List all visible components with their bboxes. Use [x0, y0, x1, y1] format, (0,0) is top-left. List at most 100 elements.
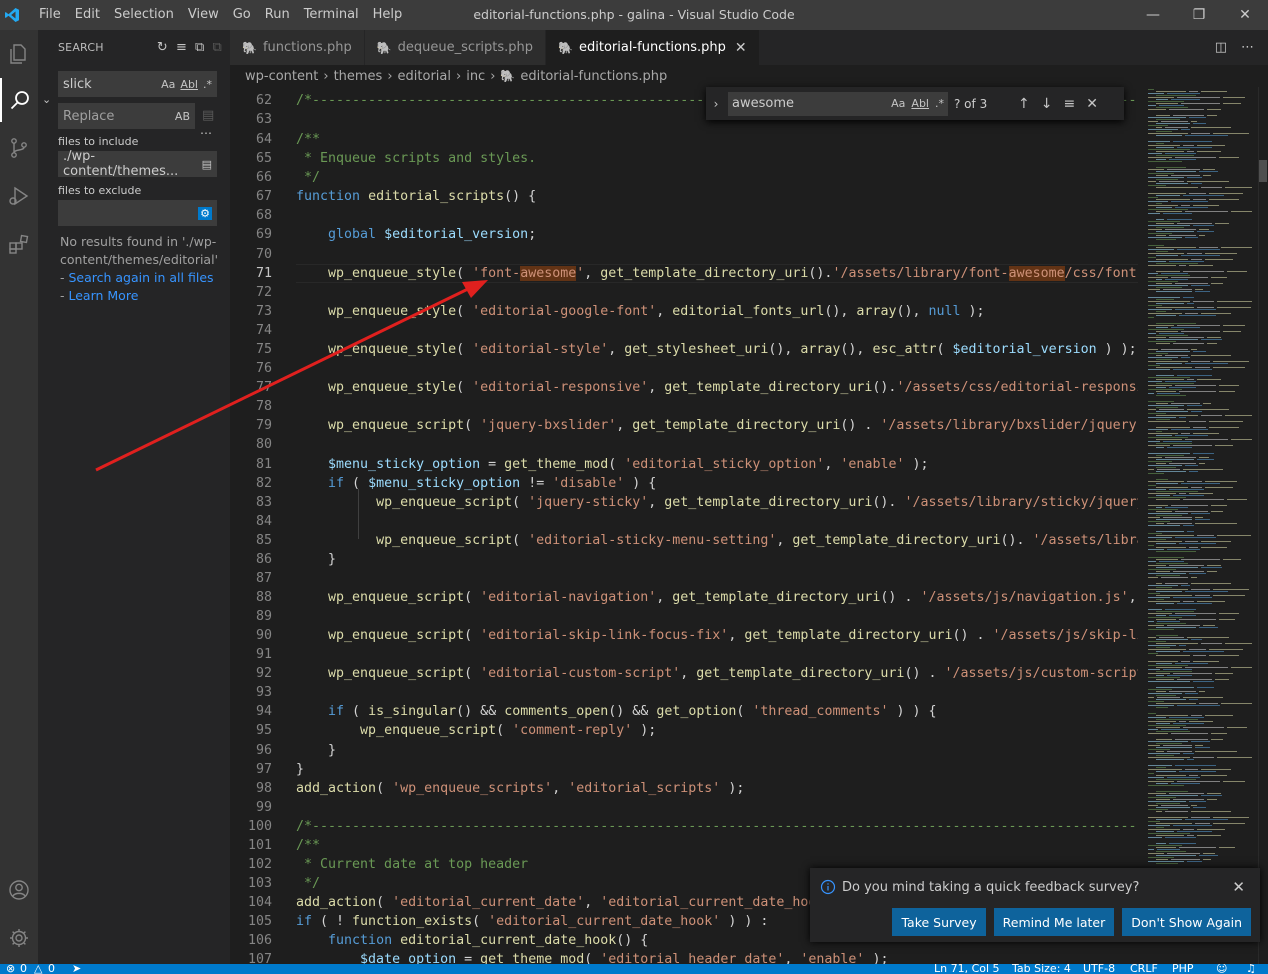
breadcrumb-item[interactable]: editorial	[398, 69, 451, 84]
feedback-icon[interactable]: ☺	[1216, 964, 1227, 974]
code-editor[interactable]: 62 /*------------------------------------…	[230, 87, 1138, 964]
code-line[interactable]: 80	[230, 435, 1138, 454]
replace-input[interactable]: Replace AB	[58, 103, 195, 129]
code-line[interactable]: 107 $date_option = get_theme_mod( 'edito…	[230, 950, 1138, 964]
code-line[interactable]: 73 wp_enqueue_style( 'editorial-google-f…	[230, 302, 1138, 321]
restore-icon[interactable]: ❐	[1176, 0, 1222, 30]
search-open-editors-icon[interactable]: ▤	[202, 158, 212, 171]
code-line[interactable]: 66 */	[230, 168, 1138, 187]
code-line[interactable]: 92 wp_enqueue_script( 'editorial-custom-…	[230, 664, 1138, 683]
close-notification-icon[interactable]: ✕	[1232, 878, 1245, 896]
scrollbar-thumb[interactable]	[1259, 160, 1267, 182]
code-line[interactable]: 89	[230, 607, 1138, 626]
search-input[interactable]: slick Aa Abl .*	[58, 71, 217, 97]
explorer-icon[interactable]	[0, 32, 38, 76]
warning-count[interactable]: 0	[48, 964, 55, 974]
code-line[interactable]: 87	[230, 569, 1138, 588]
remind-later-button[interactable]: Remind Me later	[993, 908, 1115, 936]
code-line[interactable]: 81 $menu_sticky_option = get_theme_mod( …	[230, 455, 1138, 474]
code-line[interactable]: 71 wp_enqueue_style( 'font-awesome', get…	[230, 264, 1138, 283]
search-icon[interactable]	[0, 78, 38, 122]
breadcrumb-item[interactable]: editorial-functions.php	[520, 69, 667, 84]
code-line[interactable]: 65 * Enqueue scripts and styles.	[230, 149, 1138, 168]
take-survey-button[interactable]: Take Survey	[892, 908, 986, 936]
code-line[interactable]: 77 wp_enqueue_style( 'editorial-responsi…	[230, 378, 1138, 397]
toggle-details-icon[interactable]: ⋯	[200, 126, 212, 140]
breadcrumb-item[interactable]: inc	[466, 69, 485, 84]
code-line[interactable]: 68	[230, 206, 1138, 225]
code-line[interactable]: 93	[230, 683, 1138, 702]
menu-help[interactable]: Help	[366, 0, 410, 30]
find-whole-word-icon[interactable]: Abl	[911, 97, 929, 110]
new-search-editor-icon[interactable]: ⧉	[195, 40, 204, 55]
toggle-replace-chevron-icon[interactable]: ⌄	[42, 93, 51, 106]
menu-terminal[interactable]: Terminal	[297, 0, 366, 30]
code-line[interactable]: 100 /*-----------------------------------…	[230, 817, 1138, 836]
breadcrumb-item[interactable]: wp-content	[245, 69, 318, 84]
code-line[interactable]: 97}	[230, 760, 1138, 779]
encoding[interactable]: UTF-8	[1083, 964, 1115, 974]
run-debug-icon[interactable]	[0, 174, 38, 218]
learn-more-link[interactable]: Learn More	[68, 288, 138, 303]
cursor-position[interactable]: Ln 71, Col 5	[934, 964, 1000, 974]
dont-show-again-button[interactable]: Don't Show Again	[1122, 908, 1251, 936]
accounts-icon[interactable]	[0, 868, 38, 912]
code-line[interactable]: 94 if ( is_singular() && comments_open()…	[230, 702, 1138, 721]
live-share-icon[interactable]: ➤	[72, 964, 81, 974]
minimize-icon[interactable]: —	[1130, 0, 1176, 30]
breadcrumb-item[interactable]: themes	[334, 69, 383, 84]
code-line[interactable]: 99	[230, 798, 1138, 817]
vertical-scrollbar[interactable]	[1258, 87, 1268, 964]
code-line[interactable]: 64 /**	[230, 130, 1138, 149]
files-exclude-input[interactable]: ⚙	[58, 200, 217, 226]
notifications-bell-icon[interactable]: ♫	[1246, 964, 1256, 974]
close-find-icon[interactable]: ✕	[1086, 96, 1098, 112]
code-line[interactable]: 86 }	[230, 550, 1138, 569]
language-mode[interactable]: PHP	[1172, 964, 1194, 974]
find-match-case-icon[interactable]: Aa	[891, 97, 905, 110]
use-regex-icon[interactable]: .*	[203, 78, 212, 91]
menu-run[interactable]: Run	[258, 0, 297, 30]
refresh-icon[interactable]: ↻	[157, 40, 168, 55]
code-line[interactable]: 85 wp_enqueue_script( 'editorial-sticky-…	[230, 531, 1138, 550]
find-input[interactable]: awesome Aa Abl .*	[728, 91, 948, 116]
preserve-case-icon[interactable]: AB	[175, 110, 190, 123]
source-control-icon[interactable]	[0, 126, 38, 170]
tab-functions[interactable]: 🐘 functions.php	[230, 30, 365, 65]
code-line[interactable]: 84	[230, 512, 1138, 531]
code-line[interactable]: 74	[230, 321, 1138, 340]
menu-file[interactable]: File	[32, 0, 68, 30]
menu-selection[interactable]: Selection	[107, 0, 181, 30]
code-line[interactable]: 83 wp_enqueue_script( 'jquery-sticky', g…	[230, 493, 1138, 512]
close-window-icon[interactable]: ✕	[1222, 0, 1268, 30]
warning-icon[interactable]: △	[34, 964, 42, 974]
close-tab-icon[interactable]: ✕	[735, 40, 747, 56]
match-whole-word-icon[interactable]: Abl	[180, 78, 198, 91]
use-exclude-settings-icon[interactable]: ⚙	[198, 206, 212, 220]
code-line[interactable]: 82 if ( $menu_sticky_option != 'disable'…	[230, 474, 1138, 493]
code-line[interactable]: 78	[230, 397, 1138, 416]
extensions-icon[interactable]	[0, 222, 38, 266]
code-line[interactable]: 101 /**	[230, 836, 1138, 855]
split-editor-icon[interactable]: ◫	[1215, 40, 1227, 55]
menu-go[interactable]: Go	[226, 0, 258, 30]
minimap[interactable]	[1144, 87, 1258, 964]
manage-gear-icon[interactable]	[0, 916, 38, 960]
clear-results-icon[interactable]: ≡	[176, 40, 187, 55]
tab-dequeue-scripts[interactable]: 🐘 dequeue_scripts.php	[364, 30, 547, 65]
search-again-link[interactable]: Search again in all files	[68, 270, 213, 285]
menu-edit[interactable]: Edit	[68, 0, 107, 30]
code-line[interactable]: 90 wp_enqueue_script( 'editorial-skip-li…	[230, 626, 1138, 645]
tab-editorial-functions[interactable]: 🐘 editorial-functions.php ✕	[546, 30, 760, 65]
code-line[interactable]: 95 wp_enqueue_script( 'comment-reply' );	[230, 721, 1138, 740]
code-line[interactable]: 88 wp_enqueue_script( 'editorial-navigat…	[230, 588, 1138, 607]
replace-all-icon[interactable]: ▤	[202, 108, 214, 123]
tab-size[interactable]: Tab Size: 4	[1012, 964, 1071, 974]
previous-match-icon[interactable]: ↑	[1018, 96, 1030, 112]
more-actions-icon[interactable]: ⋯	[1241, 40, 1254, 55]
match-case-icon[interactable]: Aa	[161, 78, 175, 91]
code-line[interactable]: 96 }	[230, 741, 1138, 760]
code-line[interactable]: 98 add_action( 'wp_enqueue_scripts', 'edi…	[230, 779, 1138, 798]
code-line[interactable]: 72	[230, 283, 1138, 302]
line-ending[interactable]: CRLF	[1130, 964, 1158, 974]
